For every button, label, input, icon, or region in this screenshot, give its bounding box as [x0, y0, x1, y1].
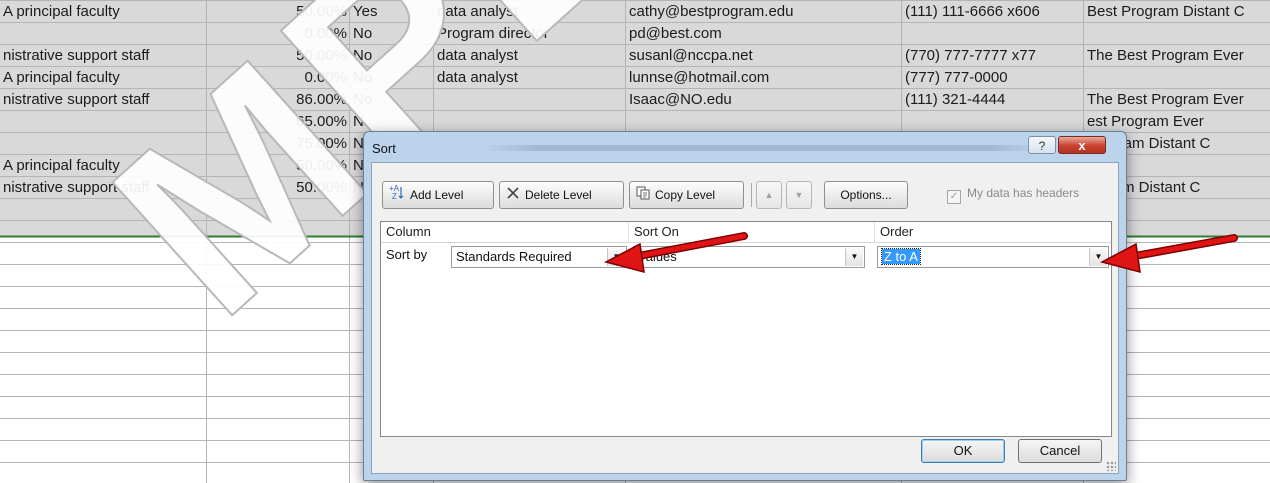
chevron-down-icon[interactable]: ▼ [1089, 248, 1107, 266]
table-cell[interactable]: The Best Program Ever [1084, 89, 1270, 111]
headers-checkbox-label: My data has headers [967, 186, 1080, 200]
copy-level-button[interactable]: Copy Level [629, 181, 744, 209]
table-row: nistrative support staff 86.00% No Isaac@NO… [0, 89, 1270, 111]
table-cell[interactable]: est Program Ever [1084, 111, 1270, 133]
table-cell[interactable]: 86.00% [207, 89, 350, 111]
table-cell[interactable]: data analyst [434, 67, 626, 89]
order-header: Order [880, 224, 914, 239]
table-cell[interactable]: (777) 777-0000 [902, 67, 1084, 89]
table-cell[interactable]: A principal faculty [0, 155, 207, 177]
headers-checkbox[interactable]: ✓ [947, 190, 961, 204]
table-cell[interactable] [434, 111, 626, 133]
table-cell[interactable]: Isaac@NO.edu [626, 89, 902, 111]
column-select[interactable]: Standards Required ▼ [451, 246, 627, 268]
sort-level-row[interactable]: Sort by Standards Required ▼ Values ▼ Z … [381, 243, 1111, 269]
table-cell[interactable] [0, 23, 207, 45]
table-cell[interactable]: nistrative support staff [0, 89, 207, 111]
table-cell[interactable]: lunnse@hotmail.com [626, 67, 902, 89]
dialog-title: Sort [372, 141, 396, 156]
dialog-titlebar[interactable]: Sort ? x [364, 132, 1126, 162]
table-cell[interactable]: 50.00% [207, 155, 350, 177]
table-cell[interactable]: 65.00% [207, 111, 350, 133]
delete-x-icon [506, 183, 520, 209]
table-cell[interactable]: data analyst [434, 45, 626, 67]
add-level-label: Add Level [410, 188, 464, 202]
table-cell[interactable] [626, 111, 902, 133]
table-cell[interactable]: nistrative support staff [0, 45, 207, 67]
headers-checkbox-row[interactable]: ✓ My data has headers [947, 186, 1079, 204]
help-button[interactable]: ? [1028, 136, 1056, 154]
add-level-button[interactable]: +A Z Add Level [382, 181, 494, 209]
table-cell[interactable]: cathy@bestprogram.edu [626, 1, 902, 23]
table-row: 65.00% Nest Program Ever [0, 111, 1270, 133]
chevron-down-icon[interactable]: ▼ [607, 248, 625, 266]
table-cell[interactable]: (770) 777-7777 x77 [902, 45, 1084, 67]
chevron-down-icon[interactable]: ▼ [845, 248, 863, 266]
table-row: A principal faculty 0.00% No data analyst lu… [0, 67, 1270, 89]
sort-on-header: Sort On [629, 222, 875, 242]
levels-header: Column Sort On Order [381, 222, 1111, 243]
blurred-background-text [484, 145, 1044, 151]
resize-grip[interactable] [1106, 461, 1116, 471]
table-cell[interactable] [902, 23, 1084, 45]
table-cell[interactable]: The Best Program Ever [1084, 45, 1270, 67]
table-cell[interactable]: (111) 111-6666 x606 [902, 1, 1084, 23]
table-cell[interactable]: 50.00% [207, 177, 350, 199]
add-level-icon: +A Z [389, 183, 405, 209]
table-cell[interactable]: 50.00% [207, 45, 350, 67]
table-cell[interactable]: No [350, 23, 434, 45]
table-cell[interactable] [1084, 67, 1270, 89]
table-cell[interactable]: 50.00% [207, 1, 350, 23]
copy-level-label: Copy Level [655, 188, 716, 202]
table-cell[interactable] [902, 111, 1084, 133]
table-cell[interactable] [0, 111, 207, 133]
table-cell[interactable]: No [350, 45, 434, 67]
sort-dialog: Sort ? x +A Z Add Level Delete Level Copy… [363, 131, 1127, 481]
close-button[interactable]: x [1058, 136, 1106, 154]
table-cell[interactable]: Yes [350, 1, 434, 23]
table-cell[interactable]: pd@best.com [626, 23, 902, 45]
sort-by-label: Sort by [386, 247, 428, 262]
table-cell[interactable]: N [350, 111, 434, 133]
table-cell[interactable]: A principal faculty [0, 1, 207, 23]
table-row: 0.00% No Program director pd@best.com [0, 23, 1270, 45]
svg-text:Z: Z [392, 192, 397, 200]
copy-icon [636, 183, 650, 209]
move-down-button[interactable]: ▼ [786, 181, 812, 209]
table-cell[interactable] [434, 89, 626, 111]
toolbar-separator [751, 183, 752, 207]
table-cell[interactable] [0, 133, 207, 155]
table-cell[interactable]: Program director [434, 23, 626, 45]
options-button[interactable]: Options... [824, 181, 908, 209]
table-cell[interactable]: No [350, 89, 434, 111]
column-header: Column [381, 222, 629, 242]
table-cell[interactable]: nistrative support staff [0, 177, 207, 199]
ok-button[interactable]: OK [921, 439, 1005, 463]
delete-level-label: Delete Level [525, 188, 592, 202]
table-cell[interactable]: data analyst [434, 1, 626, 23]
table-cell[interactable]: 75.00% [207, 133, 350, 155]
order-select[interactable]: Z to A ▼ [877, 246, 1109, 268]
move-up-button[interactable]: ▲ [756, 181, 782, 209]
table-cell[interactable]: susanl@nccpa.net [626, 45, 902, 67]
table-cell[interactable]: No [350, 67, 434, 89]
sort-levels-list[interactable]: Column Sort On Order Sort by Standards R… [380, 221, 1112, 437]
table-cell[interactable]: A principal faculty [0, 67, 207, 89]
sort-on-select-value: Values [638, 249, 677, 264]
table-cell[interactable]: Best Program Distant C [1084, 1, 1270, 23]
column-select-value: Standards Required [456, 249, 572, 264]
delete-level-button[interactable]: Delete Level [499, 181, 624, 209]
cancel-button[interactable]: Cancel [1018, 439, 1102, 463]
sort-on-select[interactable]: Values ▼ [633, 246, 865, 268]
dialog-client: +A Z Add Level Delete Level Copy Level ▲ … [371, 162, 1119, 474]
table-cell[interactable]: (111) 321-4444 [902, 89, 1084, 111]
table-row: nistrative support staff 50.00% No data ana… [0, 45, 1270, 67]
order-select-value: Z to A [881, 248, 921, 265]
table-cell[interactable]: 0.00% [207, 23, 350, 45]
table-cell[interactable]: 0.00% [207, 67, 350, 89]
table-cell[interactable] [1084, 23, 1270, 45]
table-row: A principal faculty 50.00% Yes data analyst… [0, 1, 1270, 23]
